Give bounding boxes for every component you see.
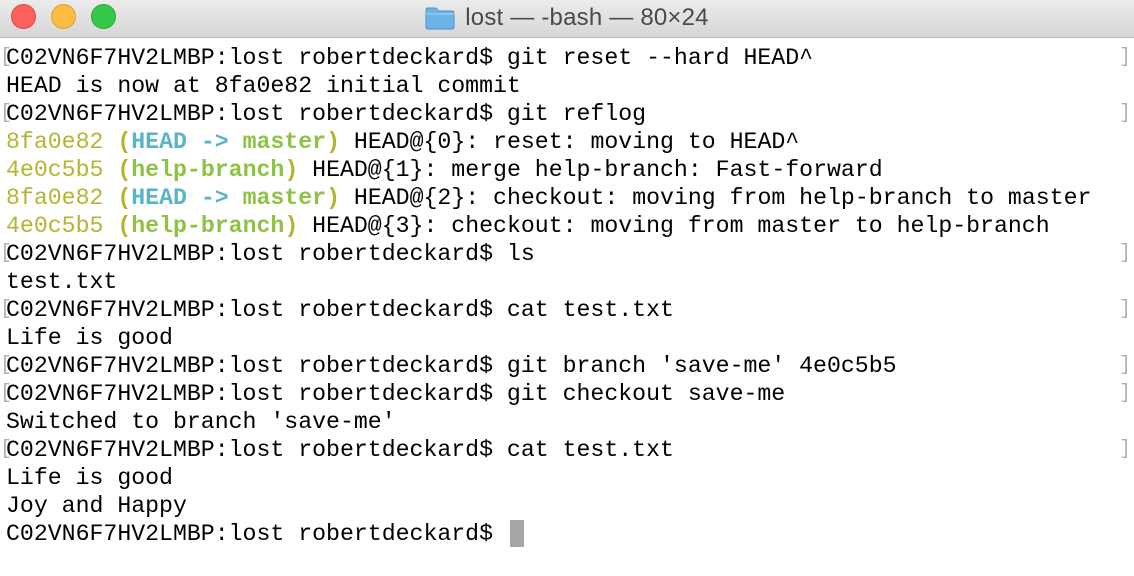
terminal-line: C02VN6F7HV2LMBP:lost robertdeckard$ git … bbox=[6, 353, 897, 379]
reflog-message: HEAD@{3}: checkout: moving from master t… bbox=[298, 213, 1050, 239]
branch-ref: master bbox=[242, 185, 327, 211]
terminal-line: C02VN6F7HV2LMBP:lost robertdeckard$ git … bbox=[6, 101, 647, 127]
terminal-line: test.txt bbox=[6, 269, 118, 295]
branch-ref: help-branch bbox=[131, 157, 285, 183]
head-ref: HEAD -> bbox=[131, 185, 243, 211]
commit-hash: 8fa0e82 bbox=[6, 185, 104, 211]
reflog-line: 8fa0e82 (HEAD -> master) HEAD@{2}: check… bbox=[6, 184, 1091, 212]
ref-paren-close: ) bbox=[284, 157, 299, 183]
ref-paren-close: ) bbox=[326, 185, 340, 211]
terminal-line: Joy and Happy bbox=[6, 493, 187, 519]
window-title: lost — -bash — 80×24 bbox=[465, 4, 709, 31]
mark-bracket-right: ] bbox=[1119, 438, 1132, 461]
terminal-line: Switched to branch 'save-me' bbox=[6, 409, 396, 435]
mark-bracket-right: ] bbox=[1119, 298, 1132, 321]
mark-bracket-right: ] bbox=[1119, 102, 1132, 125]
ref-paren-close: ) bbox=[326, 129, 340, 155]
title-area: lost — -bash — 80×24 bbox=[0, 0, 1134, 36]
terminal-line: C02VN6F7HV2LMBP:lost robertdeckard$ git … bbox=[6, 45, 814, 71]
reflog-line: 4e0c5b5 (help-branch) HEAD@{1}: merge he… bbox=[6, 156, 883, 184]
terminal-line: C02VN6F7HV2LMBP:lost robertdeckard$ cat … bbox=[6, 297, 674, 323]
commit-hash: 8fa0e82 bbox=[6, 129, 104, 155]
ref-paren-open: ( bbox=[103, 129, 132, 155]
prompt-line[interactable]: C02VN6F7HV2LMBP:lost robertdeckard$ bbox=[6, 520, 507, 548]
mark-bracket-right: ] bbox=[1119, 354, 1132, 377]
text-cursor bbox=[510, 520, 524, 547]
ref-paren-open: ( bbox=[103, 157, 132, 183]
reflog-message: HEAD@{2}: checkout: moving from help-bra… bbox=[340, 185, 1092, 211]
reflog-line: 8fa0e82 (HEAD -> master) HEAD@{0}: reset… bbox=[6, 128, 799, 156]
terminal-line: HEAD is now at 8fa0e82 initial commit bbox=[6, 73, 521, 99]
terminal-content[interactable]: [] [] [] [] [] [] [] C02VN6F7HV2LMBP:los… bbox=[0, 44, 1134, 576]
reflog-message: HEAD@{1}: merge help-branch: Fast-forwar… bbox=[298, 157, 883, 183]
commit-hash: 4e0c5b5 bbox=[6, 157, 104, 183]
branch-ref: master bbox=[242, 129, 327, 155]
ref-paren-open: ( bbox=[103, 185, 132, 211]
branch-ref: help-branch bbox=[131, 213, 285, 239]
terminal-line: Life is good bbox=[6, 325, 173, 351]
commit-hash: 4e0c5b5 bbox=[6, 213, 104, 239]
ref-paren-open: ( bbox=[103, 213, 132, 239]
title-bar: lost — -bash — 80×24 bbox=[0, 0, 1134, 38]
folder-icon bbox=[425, 7, 455, 30]
terminal-line: C02VN6F7HV2LMBP:lost robertdeckard$ git … bbox=[6, 381, 786, 407]
terminal-line: C02VN6F7HV2LMBP:lost robertdeckard$ cat … bbox=[6, 437, 674, 463]
mark-bracket-right: ] bbox=[1119, 382, 1132, 405]
reflog-message: HEAD@{0}: reset: moving to HEAD^ bbox=[340, 129, 800, 155]
mark-bracket-right: ] bbox=[1119, 46, 1132, 69]
terminal-line: C02VN6F7HV2LMBP:lost robertdeckard$ ls bbox=[6, 241, 535, 267]
head-ref: HEAD -> bbox=[131, 129, 243, 155]
ref-paren-close: ) bbox=[284, 213, 299, 239]
mark-bracket-right: ] bbox=[1119, 242, 1132, 265]
terminal-line: Life is good bbox=[6, 465, 173, 491]
terminal-window: lost — -bash — 80×24 [] [] [] [] [] [] [… bbox=[0, 0, 1134, 576]
reflog-line: 4e0c5b5 (help-branch) HEAD@{3}: checkout… bbox=[6, 212, 1050, 240]
